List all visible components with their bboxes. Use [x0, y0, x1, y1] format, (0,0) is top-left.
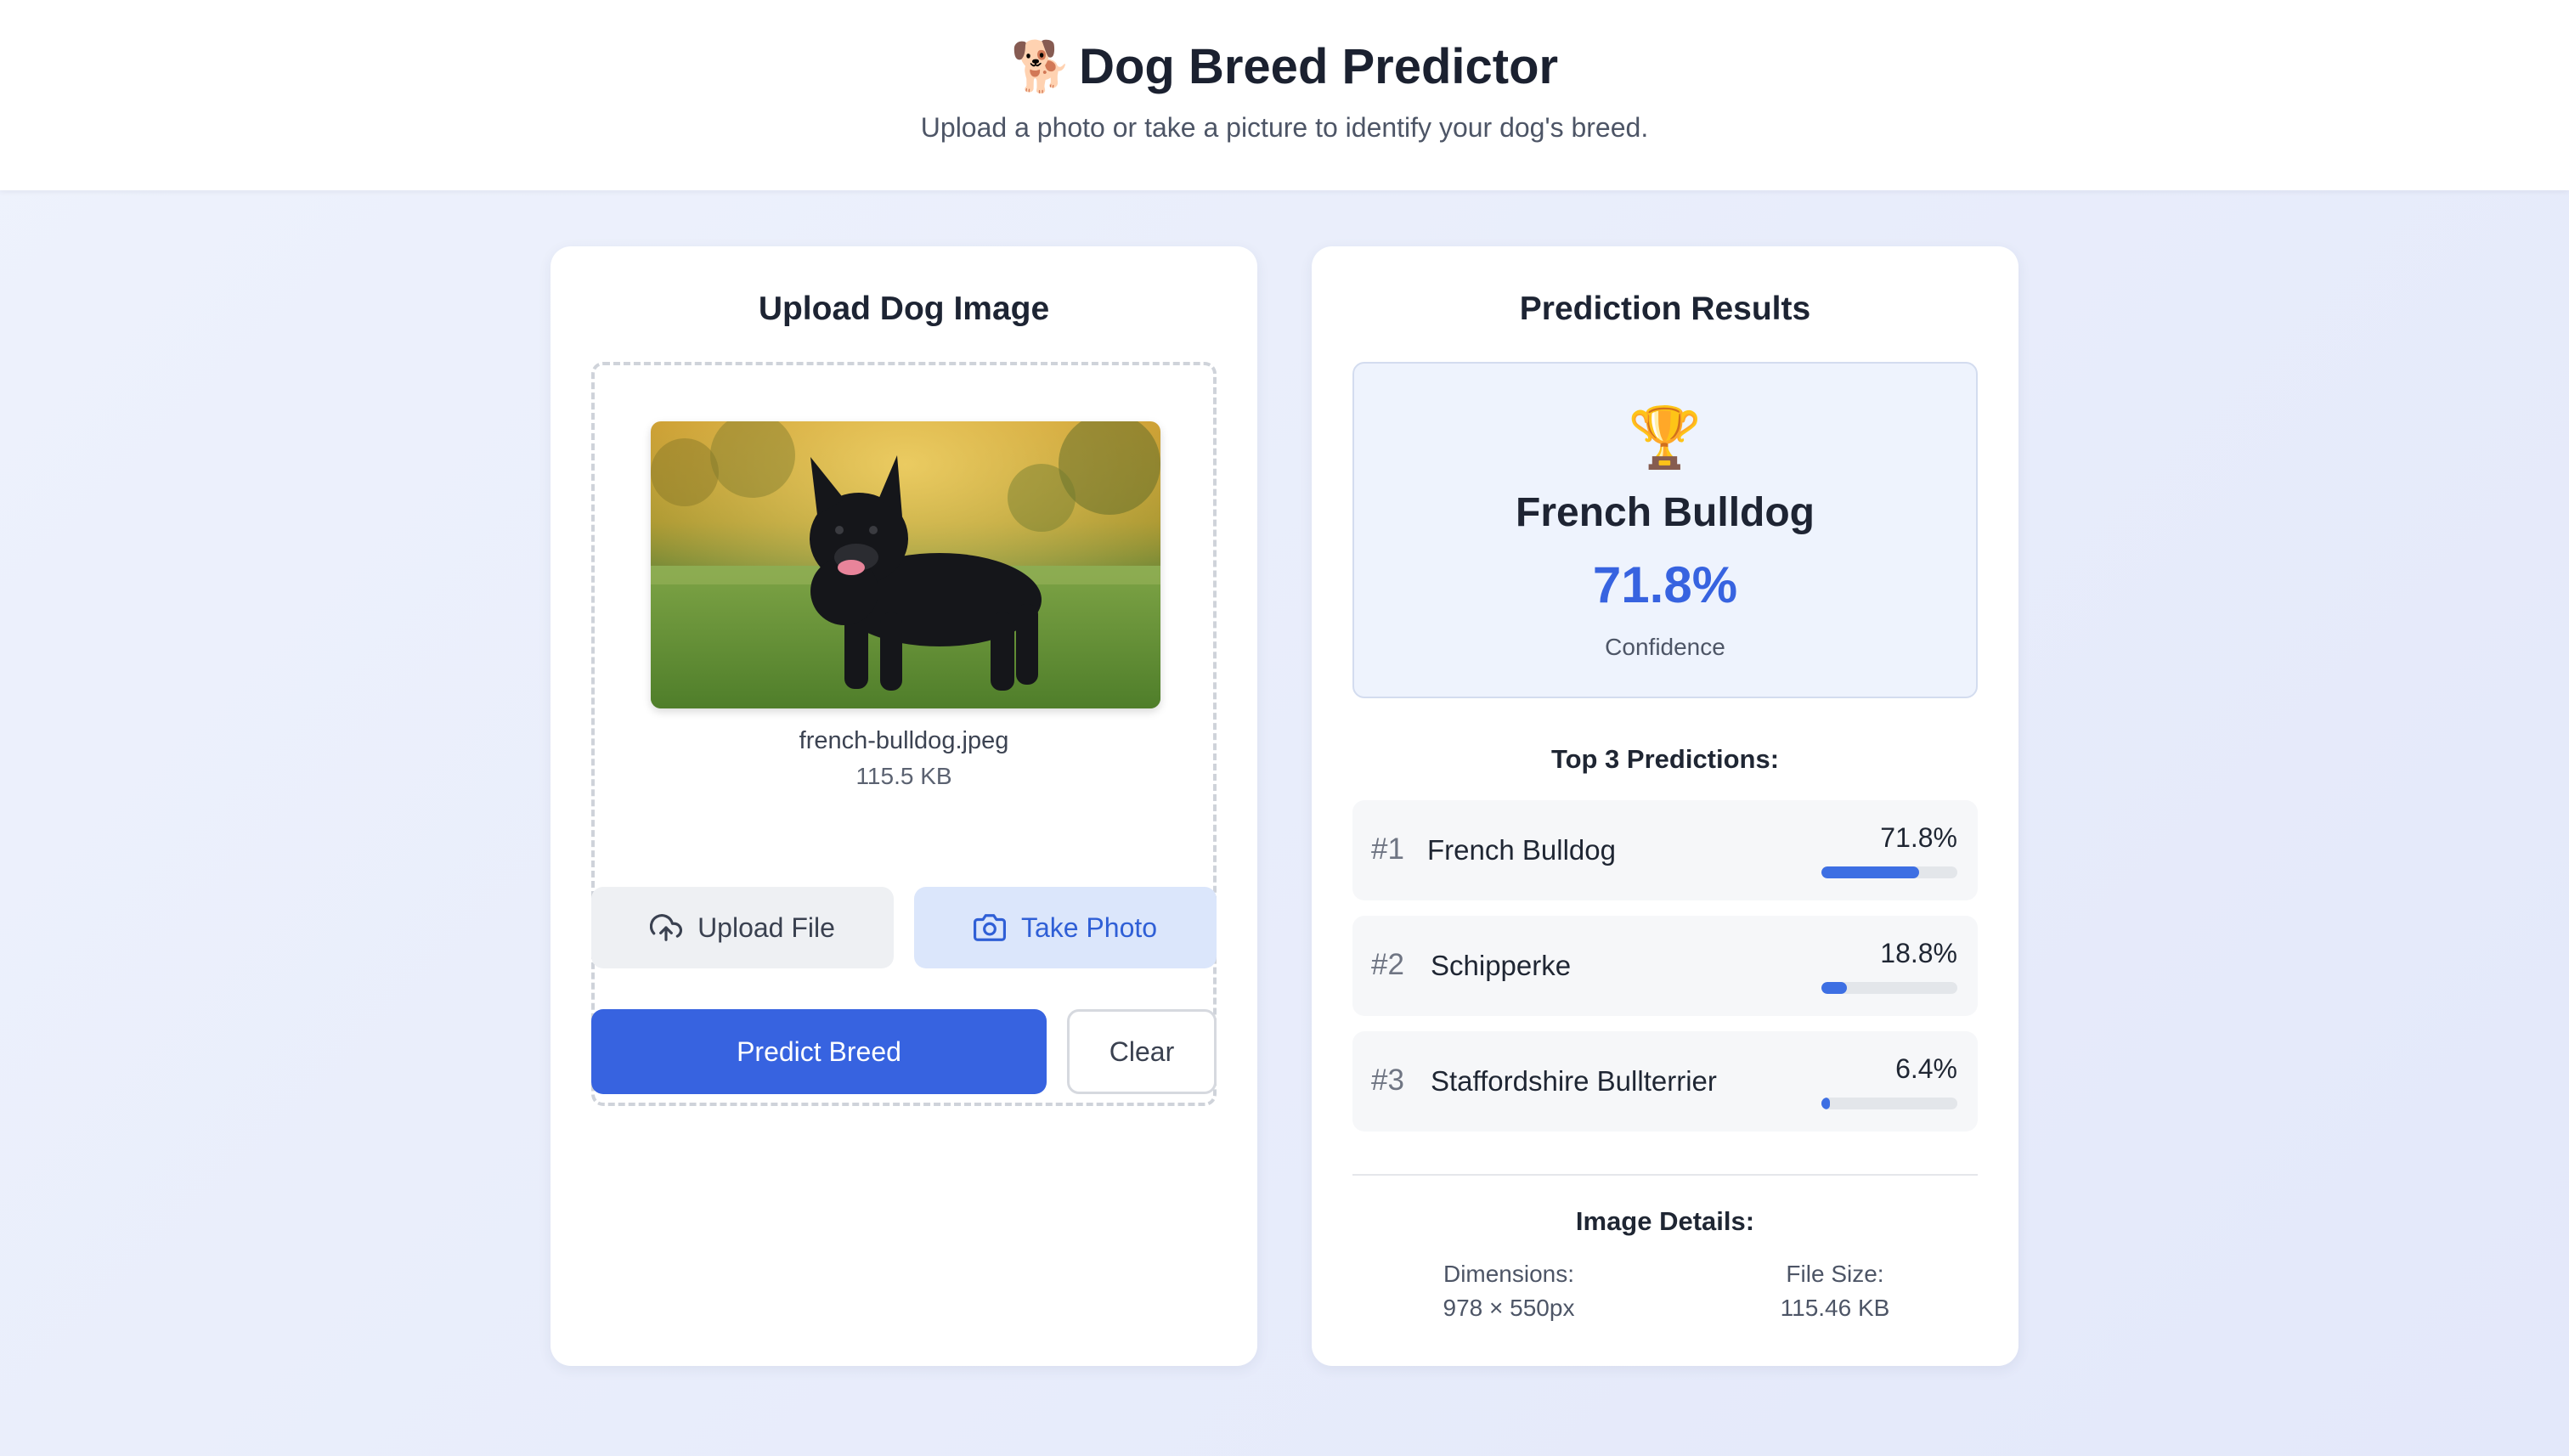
prediction-row: #1 French Bulldog 71.8% — [1352, 800, 1978, 900]
filesize-value: 115.46 KB — [1780, 1295, 1890, 1321]
results-card: Prediction Results 🏆 French Bulldog 71.8… — [1312, 246, 2019, 1366]
file-size: 115.5 KB — [855, 763, 952, 789]
prediction-bar-fill — [1821, 1098, 1831, 1109]
camera-icon — [973, 914, 1006, 941]
prediction-bar — [1821, 982, 1957, 994]
top-predictions-title: Top 3 Predictions: — [1550, 744, 1780, 774]
dog-photo — [651, 421, 1160, 708]
dimensions-detail: Dimensions: 978 × 550px — [1381, 1257, 1636, 1325]
dog-icon: 🐕 — [1010, 37, 1073, 95]
dog-photo-preview — [651, 421, 1160, 708]
prediction-rank: #1 — [1371, 832, 1404, 866]
prediction-breed: Schipperke — [1431, 950, 1572, 981]
prediction-breed: French Bulldog — [1427, 834, 1616, 866]
prediction-percent: 6.4% — [1895, 1053, 1957, 1084]
cloud-upload-icon — [650, 914, 683, 941]
page-subtitle: Upload a photo or take a picture to iden… — [920, 112, 1649, 143]
prediction-bar — [1821, 1098, 1957, 1109]
upload-card-title: Upload Dog Image — [758, 291, 1050, 327]
page-title-text: Dog Breed Predictor — [1079, 39, 1559, 94]
filesize-detail: File Size: 115.46 KB — [1708, 1257, 1962, 1325]
results-card-title: Prediction Results — [1519, 291, 1811, 327]
prediction-row: #3 Staffordshire Bullterrier 6.4% — [1352, 1031, 1978, 1132]
top-confidence-value: 71.8% — [1592, 556, 1738, 613]
take-photo-label: Take Photo — [1020, 911, 1158, 943]
image-details-title: Image Details: — [1575, 1206, 1755, 1236]
file-name: french-bulldog.jpeg — [799, 727, 1009, 754]
divider — [1352, 1174, 1978, 1176]
prediction-percent: 71.8% — [1880, 822, 1957, 853]
prediction-bar-fill — [1821, 866, 1919, 878]
take-photo-button[interactable]: Take Photo — [914, 887, 1217, 968]
image-dropzone[interactable]: french-bulldog.jpeg 115.5 KB — [591, 362, 1217, 1106]
prediction-bar — [1821, 866, 1957, 878]
prediction-percent: 18.8% — [1880, 938, 1957, 968]
clear-button[interactable]: Clear — [1067, 1009, 1217, 1094]
top-breed-name: French Bulldog — [1516, 490, 1815, 535]
confidence-label: Confidence — [1605, 634, 1725, 660]
page-title: 🐕 Dog Breed Predictor — [0, 37, 2569, 96]
trophy-icon: 🏆 — [1628, 403, 1702, 472]
upload-card: Upload Dog Image french-bulldog.jpeg 115… — [550, 246, 1257, 1366]
filesize-label: File Size: — [1786, 1261, 1884, 1287]
prediction-row: #2 Schipperke 18.8% — [1352, 916, 1978, 1016]
prediction-bar-fill — [1821, 982, 1848, 994]
prediction-rank: #2 — [1371, 948, 1404, 981]
upload-file-button[interactable]: Upload File — [591, 887, 894, 968]
prediction-breed: Staffordshire Bullterrier — [1431, 1065, 1717, 1097]
app-header: 🐕 Dog Breed Predictor Upload a photo or … — [0, 0, 2569, 190]
prediction-rank: #3 — [1371, 1064, 1404, 1097]
dimensions-label: Dimensions: — [1443, 1261, 1575, 1287]
top-prediction-box: 🏆 French Bulldog 71.8% Confidence — [1352, 362, 1978, 698]
upload-file-label: Upload File — [697, 911, 835, 943]
predict-breed-button[interactable]: Predict Breed — [591, 1009, 1047, 1094]
dimensions-value: 978 × 550px — [1443, 1295, 1575, 1321]
